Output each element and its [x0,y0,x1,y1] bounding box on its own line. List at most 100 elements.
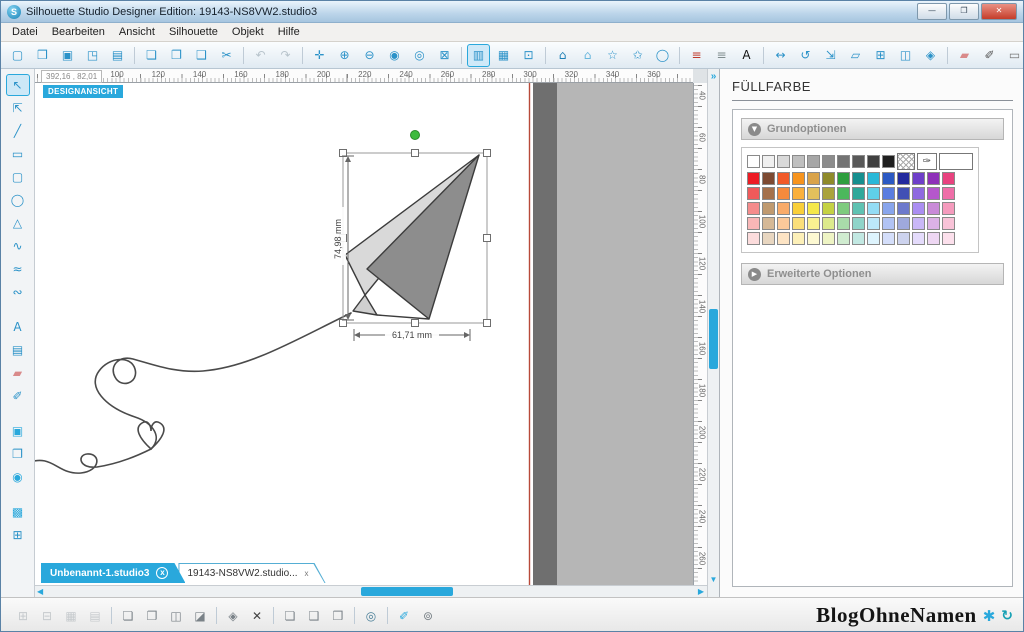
snap-target-button[interactable]: ◎ [360,605,382,627]
selection-handle[interactable] [412,150,419,157]
design-airplane[interactable] [345,155,479,319]
transparent-swatch[interactable] [897,153,915,170]
selection-handle[interactable] [484,235,491,242]
attachment-button[interactable]: ⊚ [417,605,439,627]
color-swatch[interactable] [762,172,775,185]
paste-style-button[interactable]: ❑ [303,605,325,627]
tab-close-icon[interactable]: x [305,569,309,578]
color-swatch[interactable] [777,217,790,230]
color-swatch[interactable] [882,187,895,200]
color-swatch[interactable] [927,172,940,185]
color-swatch[interactable] [762,187,775,200]
maximize-button[interactable]: ❐ [949,3,979,20]
color-swatch[interactable] [777,155,790,168]
color-swatch[interactable] [762,155,775,168]
color-swatch[interactable] [822,202,835,215]
selection-handle[interactable] [484,150,491,157]
color-swatch[interactable] [897,232,910,245]
object-on-path-button[interactable]: ⌂ [576,44,599,67]
menu-objekt[interactable]: Objekt [225,24,271,40]
page-setup-button[interactable]: ▥ [467,44,490,67]
copy-style-button[interactable]: ❏ [279,605,301,627]
color-swatch[interactable] [912,172,925,185]
color-swatch[interactable] [927,202,940,215]
color-swatch[interactable] [897,202,910,215]
redo-button[interactable]: ↷ [274,44,297,67]
color-swatch[interactable] [867,172,880,185]
eraser-button[interactable]: ▰ [953,44,976,67]
duplicate-left-button[interactable]: ❏ [117,605,139,627]
color-swatch[interactable] [942,217,955,230]
select-tool[interactable]: ↖ [6,74,30,96]
color-swatch[interactable] [822,172,835,185]
color-swatch[interactable] [747,217,760,230]
zoom-out-button[interactable]: ⊖ [358,44,381,67]
freehand-tool[interactable]: ≈ [6,258,30,280]
send-to-silhouette-button[interactable]: ◉ [6,466,30,488]
knife-tool[interactable]: ✐ [6,385,30,407]
pages-view-button[interactable]: ❐ [6,443,30,465]
color-swatch[interactable] [897,217,910,230]
offset-button[interactable]: ⌂ [551,44,574,67]
horizontal-scroll-thumb[interactable] [361,587,453,596]
tab-19143-ns8vw2-studio-[interactable]: 19143-NS8VW2.studio...x [178,563,325,583]
mirror-horizontal-button[interactable]: ◫ [165,605,187,627]
color-swatch[interactable] [837,202,850,215]
line-style-button[interactable]: ≡ [710,44,733,67]
save-to-library-button[interactable]: ◳ [81,44,104,67]
eraser-tool[interactable]: ▰ [6,362,30,384]
scroll-down-icon[interactable]: ▼ [708,575,719,584]
move-object-button[interactable]: ↔ [769,44,792,67]
color-swatch[interactable] [852,172,865,185]
vertical-scrollbar[interactable]: » ▼ [707,69,719,597]
color-swatch[interactable] [747,232,760,245]
tab-close-icon[interactable]: x [156,567,168,579]
delete-button[interactable]: ✕ [246,605,268,627]
ruler-button[interactable]: ▭ [1003,44,1024,67]
menu-datei[interactable]: Datei [5,24,45,40]
replicate-button[interactable]: ◫ [894,44,917,67]
merge-button[interactable]: ▦ [60,605,82,627]
duplicate-right-button[interactable]: ❐ [141,605,163,627]
color-swatch[interactable] [852,232,865,245]
color-picker-button[interactable]: ✐ [393,605,415,627]
text-style-button[interactable]: A [735,44,758,67]
rounded-rectangle-tool[interactable]: ▢ [6,166,30,188]
polygon-tool[interactable]: △ [6,212,30,234]
color-swatch[interactable] [882,202,895,215]
design-canvas[interactable]: 74,98 mm 61,71 mm [35,83,693,585]
color-swatch[interactable] [777,232,790,245]
color-swatch[interactable] [747,172,760,185]
color-swatch[interactable] [747,155,760,168]
color-swatch[interactable] [942,187,955,200]
color-swatch[interactable] [867,217,880,230]
text-tool[interactable]: A [6,316,30,338]
color-swatch[interactable] [792,232,805,245]
color-swatch[interactable] [942,172,955,185]
color-swatch[interactable] [807,217,820,230]
rectangle-tool[interactable]: ▭ [6,143,30,165]
color-swatch[interactable] [942,202,955,215]
color-swatch[interactable] [927,232,940,245]
mirror-vertical-button[interactable]: ◪ [189,605,211,627]
color-swatch[interactable] [792,172,805,185]
color-swatch[interactable] [762,202,775,215]
ungroup-button[interactable]: ⊟ [36,605,58,627]
color-swatch[interactable] [912,232,925,245]
tab-unbenannt-1-studio3[interactable]: Unbenannt-1.studio3x [41,563,185,583]
color-swatch[interactable] [777,202,790,215]
scroll-right-icon[interactable]: ▶ [698,586,704,597]
cut-button[interactable]: ✂ [215,44,238,67]
color-swatch[interactable] [792,202,805,215]
zoom-in-button[interactable]: ⊕ [333,44,356,67]
weld-button[interactable]: ◈ [222,605,244,627]
color-swatch[interactable] [777,172,790,185]
color-swatch[interactable] [882,172,895,185]
color-swatch[interactable] [837,217,850,230]
color-swatch[interactable] [822,187,835,200]
paste-in-front-button[interactable]: ❒ [327,605,349,627]
color-swatch[interactable] [792,155,805,168]
menu-hilfe[interactable]: Hilfe [271,24,307,40]
color-swatch[interactable] [867,155,880,168]
color-swatch[interactable] [912,187,925,200]
